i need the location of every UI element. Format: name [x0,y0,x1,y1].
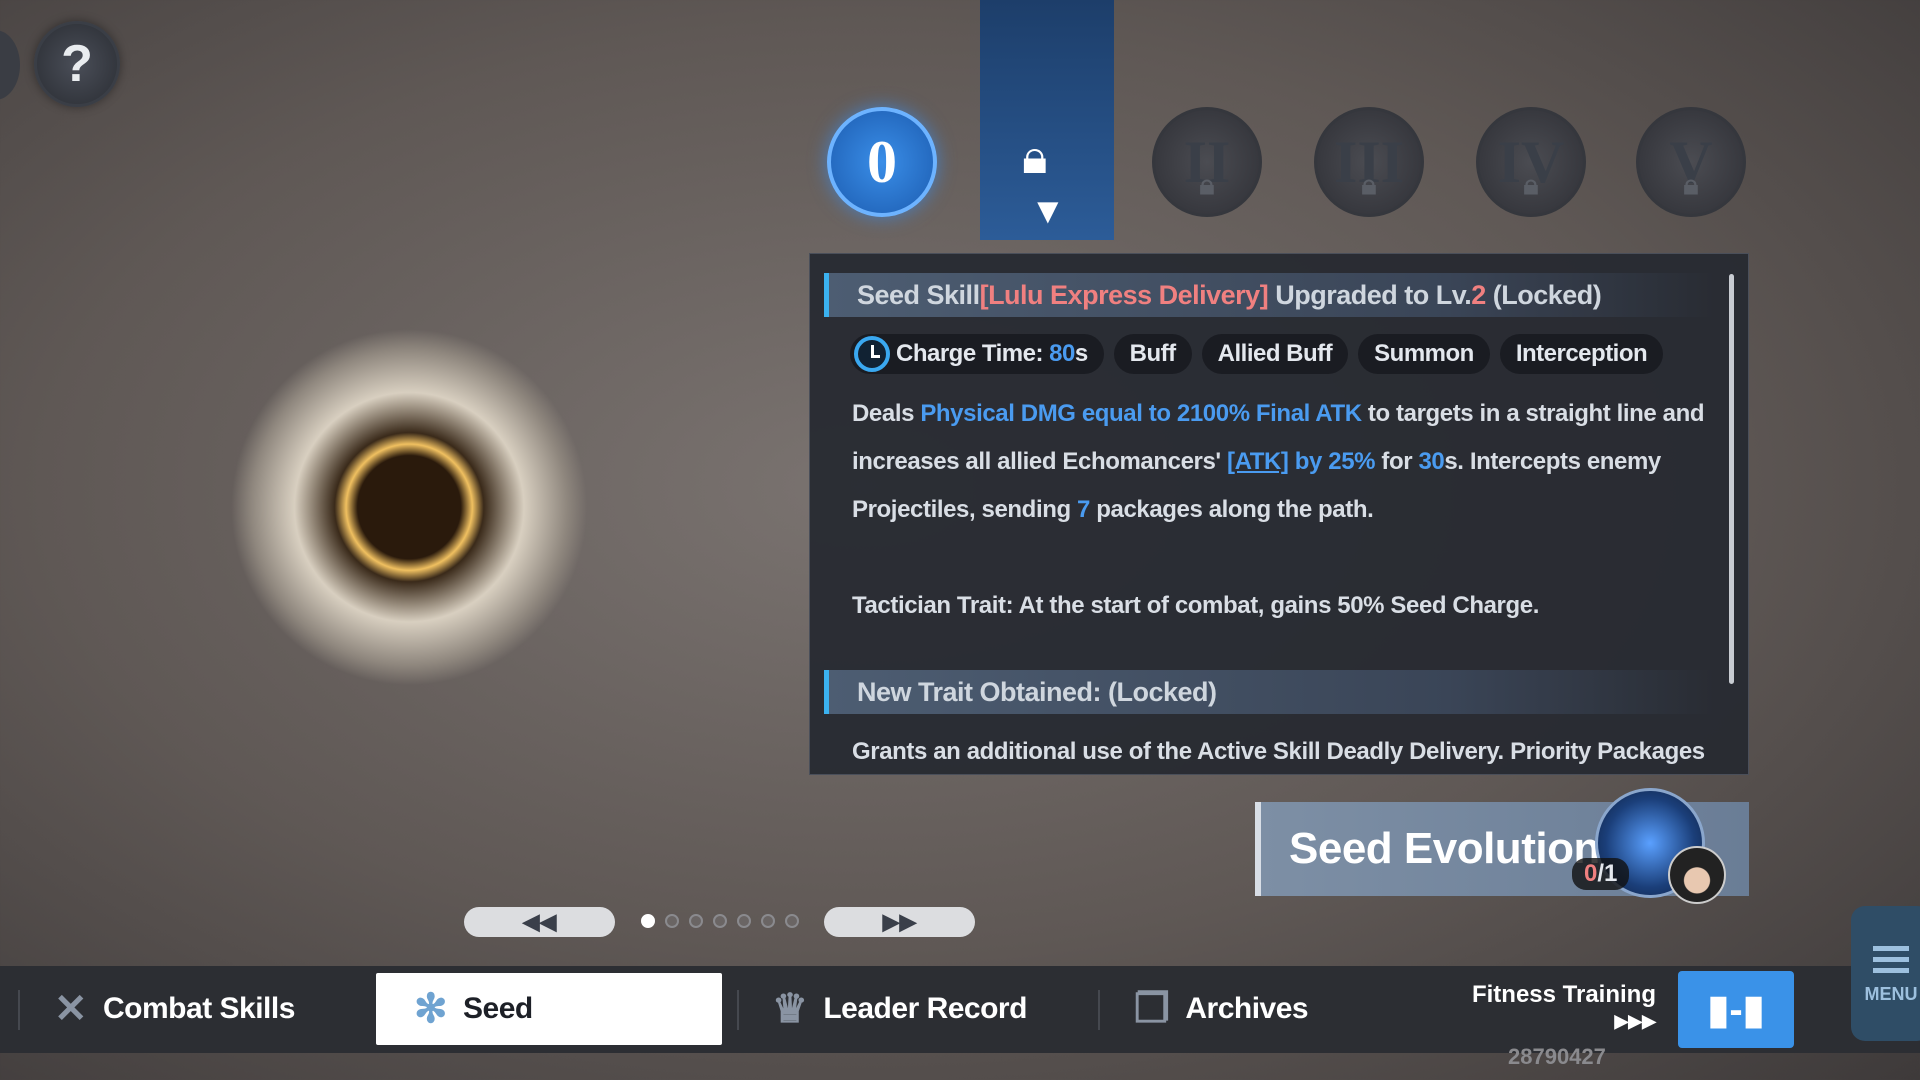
menu-icon [1873,945,1909,951]
side-button-partial[interactable] [0,30,20,100]
user-id: 28790427 [1508,1044,1606,1069]
tier-3-button[interactable]: III 🔒︎ [1314,107,1424,217]
tab-seed[interactable]: ✻ Seed [376,973,722,1045]
scrollbar[interactable] [1729,274,1734,684]
lock-icon[interactable]: 🔒︎ [1022,130,1048,186]
divider [737,990,739,1030]
menu-icon-line [1873,956,1909,962]
help-button[interactable]: ? [34,21,120,107]
lock-icon: 🔒︎ [1361,170,1377,201]
tag: Summon [1358,334,1490,374]
tab-archives[interactable]: ❐ Archives [1134,973,1309,1045]
new-trait-title: New Trait Obtained: (Locked) [824,670,1714,714]
tab-leader-record[interactable]: ♛ Leader Record [772,973,1027,1045]
dumbbell-icon: ▮-▮ [1707,987,1765,1032]
menu-icon-line [1873,967,1909,973]
page-dot[interactable] [641,914,655,928]
page-dot[interactable] [665,914,679,928]
skill-title: Seed Skill [Lulu Express Delivery] Upgra… [824,273,1714,317]
fitness-training-label[interactable]: Fitness Training ▶▶▶ [1472,982,1656,1034]
prev-page-button[interactable]: ◀◀ [464,907,615,937]
lock-icon: 🔒︎ [1199,170,1215,201]
atk-link[interactable]: [ATK] [1227,448,1289,475]
selected-arrow-icon: ▼ [1030,190,1066,231]
crossed-swords-icon: ✕ [54,987,88,1031]
divider [1098,990,1100,1030]
skill-detail-panel: Seed Skill [Lulu Express Delivery] Upgra… [809,253,1749,775]
lock-icon: 🔒︎ [1683,170,1699,201]
new-trait-description: Grants an additional use of the Active S… [852,738,1705,765]
page-dot[interactable] [689,914,703,928]
page-dot[interactable] [761,914,775,928]
tag: Buff [1113,334,1192,374]
arrows-icon: ▶▶▶ [1614,1011,1656,1031]
tier-2-button[interactable]: II 🔒︎ [1152,107,1262,217]
clock-icon [854,336,890,372]
seed-orb-image [222,320,612,710]
tag: Interception [1499,334,1664,374]
skill-tags: Charge Time: 80 s Buff Allied Buff Summon… [850,334,1664,374]
charge-time-tag: Charge Time: 80 s [850,334,1104,374]
tag: Allied Buff [1201,334,1349,374]
tier-4-button[interactable]: IV 🔒︎ [1476,107,1586,217]
tab-combat-skills[interactable]: ✕ Combat Skills [54,973,295,1045]
menu-button[interactable]: MENU [1851,906,1920,1041]
tactician-trait: Tactician Trait: At the start of combat,… [852,592,1539,619]
page-indicator [641,914,799,928]
crown-icon: ♛ [772,987,808,1031]
fitness-training-button[interactable]: ▮-▮ [1678,971,1794,1048]
next-page-button[interactable]: ▶▶ [824,907,975,937]
skill-description: Deals Physical DMG equal to 2100% Final … [852,400,1705,523]
tier-0-button[interactable]: 0 [827,107,937,217]
page-dot[interactable] [737,914,751,928]
archive-icon: ❐ [1134,987,1170,1031]
lock-icon: 🔒︎ [1523,170,1539,201]
page-dot[interactable] [713,914,727,928]
seed-leaf-icon: ✻ [414,987,448,1031]
page-dot[interactable] [785,914,799,928]
evolution-count: 0/1 [1572,858,1630,890]
avatar [1668,846,1726,904]
divider [18,990,20,1030]
tier-5-button[interactable]: V 🔒︎ [1636,107,1746,217]
